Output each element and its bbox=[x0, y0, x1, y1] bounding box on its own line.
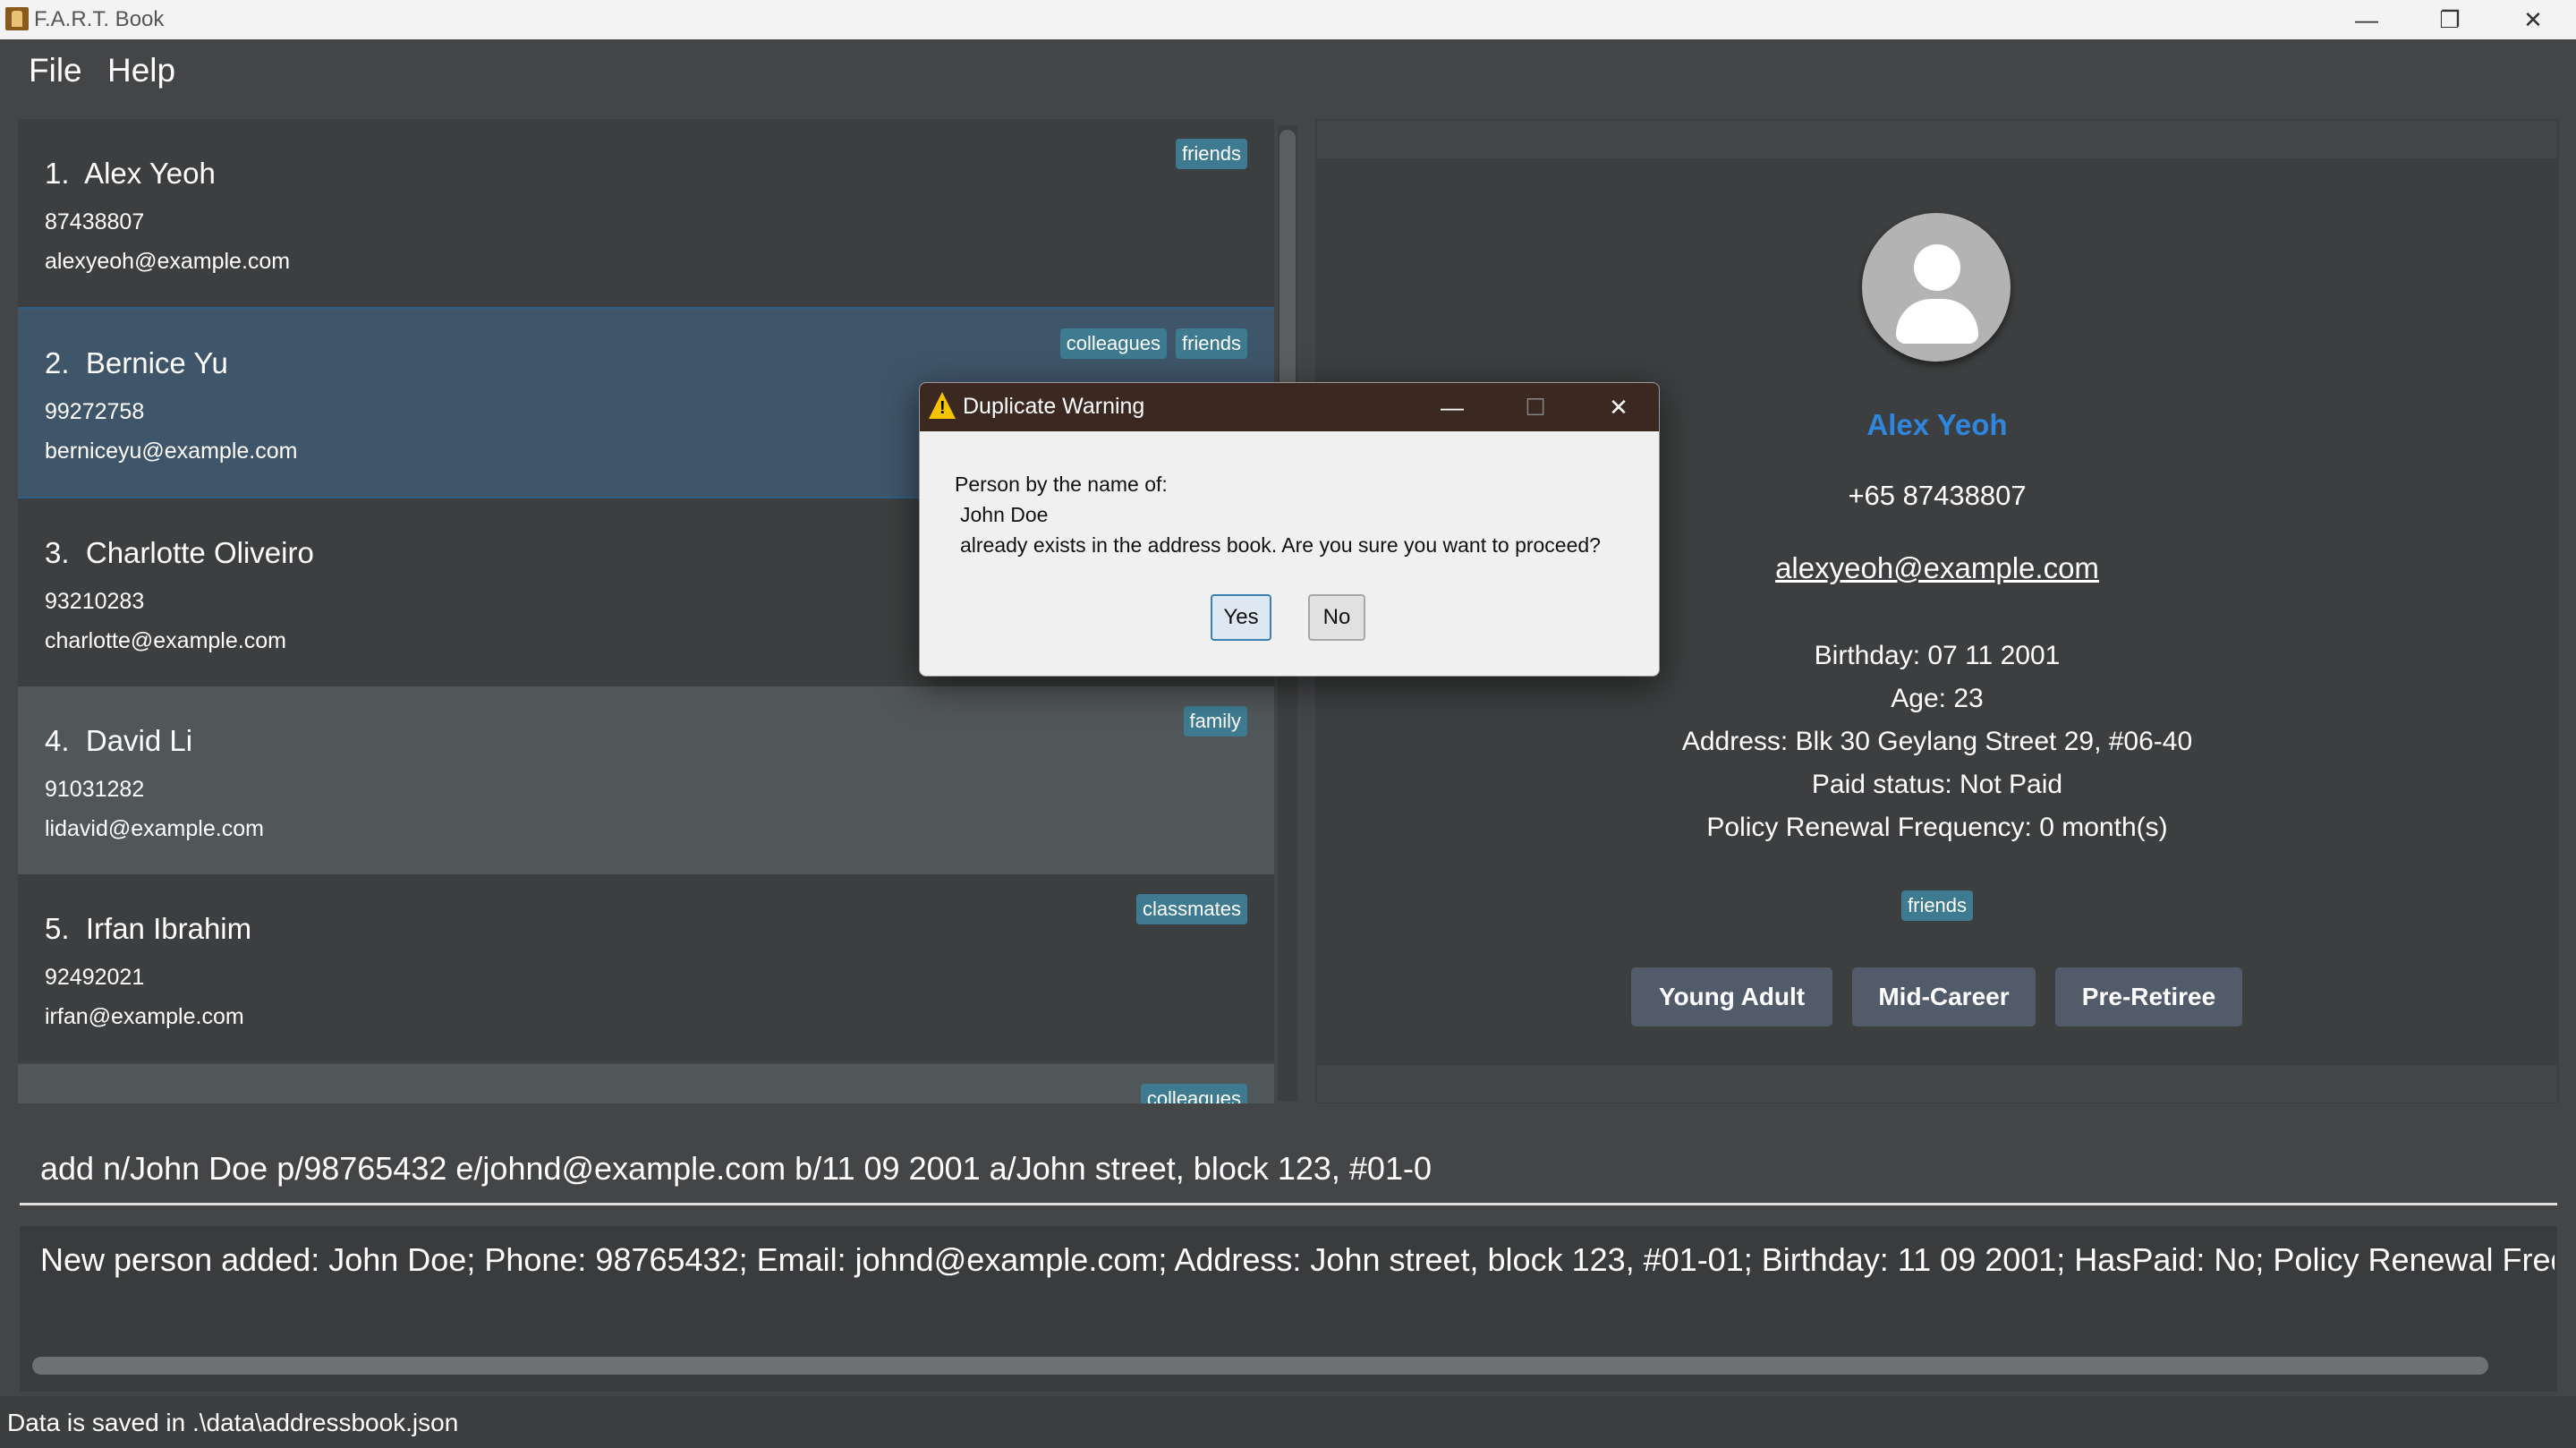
detail-header-bar bbox=[1317, 121, 2557, 158]
command-input-underline bbox=[20, 1203, 2557, 1205]
status-text: Data is saved in .\data\addressbook.json bbox=[7, 1409, 459, 1436]
person-phone: 87438807 bbox=[45, 209, 145, 234]
minimize-button[interactable]: — bbox=[2326, 0, 2407, 39]
person-email: charlotte@example.com bbox=[45, 628, 286, 653]
person-name: 3. Charlotte Oliveiro bbox=[45, 536, 314, 569]
tag-friends: friends bbox=[1175, 328, 1247, 359]
no-button[interactable]: No bbox=[1308, 594, 1365, 641]
mid-career-button[interactable]: Mid-Career bbox=[1852, 967, 2036, 1026]
result-text: New person added: John Doe; Phone: 98765… bbox=[40, 1241, 2555, 1278]
person-name: 4. David Li bbox=[45, 724, 193, 757]
dialog-close-button[interactable]: ✕ bbox=[1578, 383, 1659, 431]
person-card[interactable]: colleagues bbox=[18, 1064, 1274, 1103]
menu-file[interactable]: File bbox=[29, 52, 82, 89]
menu-help[interactable]: Help bbox=[107, 52, 175, 89]
detail-paid-status: Paid status: Not Paid bbox=[1811, 770, 2063, 799]
dialog-minimize-button[interactable]: — bbox=[1412, 383, 1492, 431]
tag-classmates: classmates bbox=[1135, 894, 1247, 924]
tag-friends: friends bbox=[1175, 139, 1247, 169]
app-icon bbox=[5, 7, 29, 30]
person-card[interactable]: 1. Alex Yeoh 87438807 alexyeoh@example.c… bbox=[18, 119, 1274, 307]
tag-family: family bbox=[1183, 706, 1247, 737]
dialog-message-name: John Doe bbox=[960, 503, 1049, 526]
detail-address: Address: Blk 30 Geylang Street 29, #06-4… bbox=[1681, 727, 2193, 756]
close-button[interactable]: ✕ bbox=[2493, 0, 2573, 39]
menu-bar bbox=[0, 39, 2576, 116]
dialog-title: Duplicate Warning bbox=[963, 394, 1145, 419]
duplicate-warning-dialog: ! Duplicate Warning — ☐ ✕ Person by the … bbox=[919, 382, 1660, 677]
avatar-icon bbox=[1862, 213, 2011, 362]
warning-icon-mark: ! bbox=[939, 398, 946, 418]
detail-policy-frequency: Policy Renewal Frequency: 0 month(s) bbox=[1706, 813, 2168, 842]
detail-footer-bar bbox=[1317, 1065, 2557, 1103]
pre-retiree-button[interactable]: Pre-Retiree bbox=[2055, 967, 2242, 1026]
tag-colleagues: colleagues bbox=[1059, 328, 1167, 359]
command-input[interactable]: add n/John Doe p/98765432 e/johnd@exampl… bbox=[40, 1150, 1432, 1188]
yes-button[interactable]: Yes bbox=[1211, 594, 1271, 641]
person-name: 2. Bernice Yu bbox=[45, 346, 228, 379]
window-titlebar bbox=[0, 0, 2576, 39]
dialog-message-line3: already exists in the address book. Are … bbox=[960, 533, 1601, 557]
person-phone: 93210283 bbox=[45, 589, 145, 614]
person-email: alexyeoh@example.com bbox=[45, 249, 291, 274]
detail-age: Age: 23 bbox=[1891, 684, 1984, 713]
detail-tag-friends: friends bbox=[1901, 890, 1974, 921]
person-phone: 92492021 bbox=[45, 965, 145, 990]
young-adult-button[interactable]: Young Adult bbox=[1631, 967, 1832, 1026]
dialog-maximize-button[interactable]: ☐ bbox=[1495, 383, 1576, 431]
dialog-message-line1: Person by the name of: bbox=[955, 473, 1168, 496]
restore-button[interactable]: ❐ bbox=[2410, 0, 2490, 39]
person-name: 1. Alex Yeoh bbox=[45, 157, 216, 190]
person-email: berniceyu@example.com bbox=[45, 439, 298, 464]
person-email: irfan@example.com bbox=[45, 1004, 244, 1029]
tag-colleagues: colleagues bbox=[1140, 1084, 1247, 1103]
person-name: 5. Irfan Ibrahim bbox=[45, 912, 252, 945]
person-email: lidavid@example.com bbox=[45, 816, 264, 841]
person-card[interactable]: 5. Irfan Ibrahim 92492021 irfan@example.… bbox=[18, 874, 1274, 1062]
person-phone: 99272758 bbox=[45, 399, 145, 424]
person-phone: 91031282 bbox=[45, 777, 145, 802]
window-title: F.A.R.T. Book bbox=[34, 7, 165, 31]
person-card[interactable]: 4. David Li 91031282 lidavid@example.com… bbox=[18, 686, 1274, 874]
result-horizontal-scrollbar[interactable] bbox=[32, 1357, 2488, 1375]
